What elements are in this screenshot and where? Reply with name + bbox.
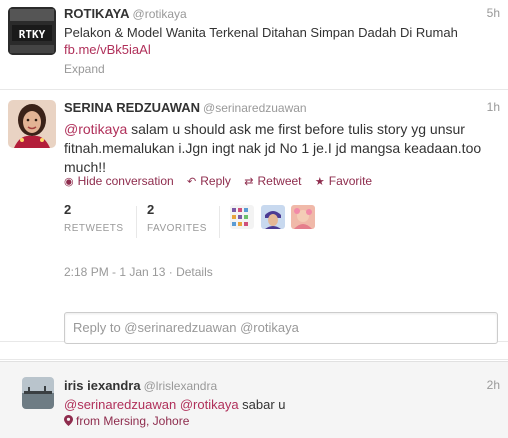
mention-serinaredzuawan[interactable]: @serinaredzuawan (64, 397, 176, 412)
reply-input[interactable]: Reply to @serinaredzuawan @rotikaya (64, 312, 498, 344)
retweets-count: 2 (64, 202, 72, 217)
tweet-text: @rotikaya salam u should ask me first be… (64, 120, 481, 177)
divider (136, 206, 137, 238)
username[interactable]: @lrislexandra (144, 379, 218, 393)
tweet-text: @serinaredzuawan @rotikaya sabar u (64, 396, 286, 413)
details-link[interactable]: Details (176, 265, 213, 279)
mention-rotikaya[interactable]: @rotikaya (180, 397, 239, 412)
retweet-button[interactable]: ⇄ Retweet (244, 174, 301, 188)
avatar[interactable] (230, 205, 254, 229)
geo-location-label: from Mersing, Johore (76, 414, 190, 428)
divider (219, 206, 220, 238)
fullname[interactable]: iris iexandra (64, 378, 141, 393)
tweet-rotikaya[interactable]: RTKY ROTIKAYA @rotikaya 5h Pelakon & Mode… (0, 0, 508, 90)
tweet-text: Pelakon & Model Wanita Terkenal Ditahan … (64, 24, 458, 58)
username[interactable]: @serinaredzuawan (203, 101, 307, 115)
favorite-button[interactable]: ★ Favorite (315, 174, 372, 188)
avatar-logo-text: RTKY (19, 28, 46, 41)
tweet-header: ROTIKAYA @rotikaya (64, 6, 187, 21)
favorites-count: 2 (147, 202, 155, 217)
timestamp[interactable]: 5h (487, 6, 500, 20)
hide-conversation-label: Hide conversation (77, 174, 174, 188)
tweet-text-line1: salam u should ask me first before tulis… (127, 121, 465, 137)
location-pin-icon (64, 415, 73, 426)
star-icon: ★ (314, 176, 325, 188)
favorite-label: Favorite (328, 174, 373, 188)
reply-placeholder: Reply to @serinaredzuawan @rotikaya (73, 320, 299, 335)
tweet-actions: ◉ Hide conversation ↶ Reply ⇄ Retweet ★ Favo… (64, 174, 382, 188)
tweet-stats: 2 RETWEETS 2 FAVORITES (64, 202, 424, 250)
tweet-text-body: sabar u (238, 397, 286, 412)
user-avatars-strip (230, 205, 318, 229)
retweet-icon: ⇄ (244, 176, 254, 188)
retweets-stat[interactable]: 2 RETWEETS (64, 202, 124, 234)
favorites-label: FAVORITES (147, 223, 207, 234)
tweet-header: iris iexandra @lrislexandra (64, 378, 217, 393)
tweet-text-line3: much!! (64, 159, 107, 175)
timestamp[interactable]: 1h (487, 100, 500, 114)
retweets-label: RETWEETS (64, 223, 124, 234)
tweet-datetime[interactable]: 2:18 PM - 1 Jan 13 (64, 265, 165, 279)
tweet-text-line2: fitnah.memalukan i.Jgn ingt nak jd No 1 … (64, 140, 482, 156)
favorites-stat[interactable]: 2 FAVORITES (147, 202, 207, 234)
tweet-header: SERINA REDZUAWAN @serinaredzuawan (64, 100, 307, 115)
fullname[interactable]: ROTIKAYA (64, 6, 130, 21)
avatar[interactable] (260, 205, 285, 229)
reply-button[interactable]: ↶ Reply (187, 174, 231, 188)
mention-rotikaya[interactable]: @rotikaya (64, 121, 127, 137)
reply-label: Reply (200, 174, 231, 188)
comment-icon: ◉ (64, 176, 74, 188)
reply-icon: ↶ (187, 176, 197, 188)
tweet-link[interactable]: fb.me/vBk5iaAl (64, 42, 151, 57)
username[interactable]: @rotikaya (133, 7, 187, 21)
retweet-label: Retweet (257, 174, 302, 188)
timestamp[interactable]: 2h (487, 378, 500, 392)
avatar-serina[interactable] (8, 100, 56, 148)
expand-link[interactable]: Expand (64, 62, 105, 76)
avatar-rotikaya[interactable]: RTKY (8, 7, 56, 55)
tweet-text-body: Pelakon & Model Wanita Terkenal Ditahan … (64, 25, 458, 40)
hide-conversation-button[interactable]: ◉ Hide conversation (64, 174, 174, 188)
avatar[interactable] (291, 205, 316, 229)
tweet-details: 2:18 PM - 1 Jan 13 · Details (64, 265, 213, 279)
separator: · (165, 265, 177, 279)
avatar-iris[interactable] (22, 377, 54, 409)
geo-location[interactable]: from Mersing, Johore (64, 414, 189, 428)
fullname[interactable]: SERINA REDZUAWAN (64, 100, 200, 115)
